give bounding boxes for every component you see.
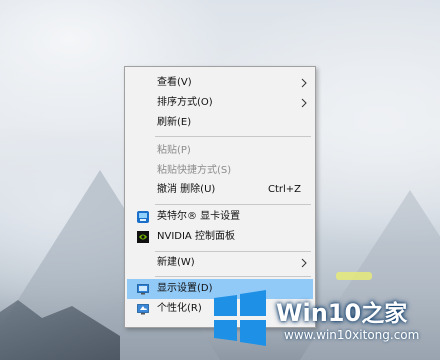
- yellow-highlight: [336, 272, 372, 280]
- menu-separator: [155, 136, 311, 137]
- menu-item-new[interactable]: 新建(W): [125, 253, 315, 273]
- chevron-right-icon: [301, 78, 307, 88]
- watermark-url: www.win10xitong.com: [284, 328, 420, 342]
- undo-shortcut: Ctrl+Z: [267, 184, 301, 195]
- menu-item-undo-delete[interactable]: 撤消 删除(U) Ctrl+Z: [125, 180, 315, 200]
- watermark-brand-suffix: 之家: [361, 301, 408, 327]
- menu-item-refresh[interactable]: 刷新(E): [125, 113, 315, 133]
- personalize-icon: [137, 304, 149, 315]
- menu-separator: [155, 251, 311, 252]
- chevron-right-icon: [301, 98, 307, 108]
- menu-item-paste[interactable]: 粘贴(P): [125, 141, 315, 161]
- menu-separator: [155, 204, 311, 205]
- menu-item-nvidia-panel[interactable]: NVIDIA 控制面板: [125, 227, 315, 247]
- nvidia-icon: [137, 231, 149, 243]
- chevron-right-icon: [301, 258, 307, 268]
- watermark-brand: Win10之家: [276, 294, 407, 328]
- intel-graphics-icon: [137, 211, 149, 223]
- watermark-brand-text: Win10: [276, 299, 362, 327]
- menu-separator: [155, 276, 311, 277]
- display-settings-icon: [137, 284, 149, 295]
- menu-item-sort-by[interactable]: 排序方式(O): [125, 93, 315, 113]
- menu-item-intel-graphics[interactable]: 英特尔® 显卡设置: [125, 207, 315, 227]
- menu-item-view[interactable]: 查看(V): [125, 73, 315, 93]
- desktop-context-menu: 查看(V) 排序方式(O) 刷新(E) 粘贴(P) 粘贴快捷方式(S) 撤消 删…: [124, 66, 316, 328]
- menu-item-paste-shortcut[interactable]: 粘贴快捷方式(S): [125, 161, 315, 181]
- windows-logo-icon: [214, 290, 266, 346]
